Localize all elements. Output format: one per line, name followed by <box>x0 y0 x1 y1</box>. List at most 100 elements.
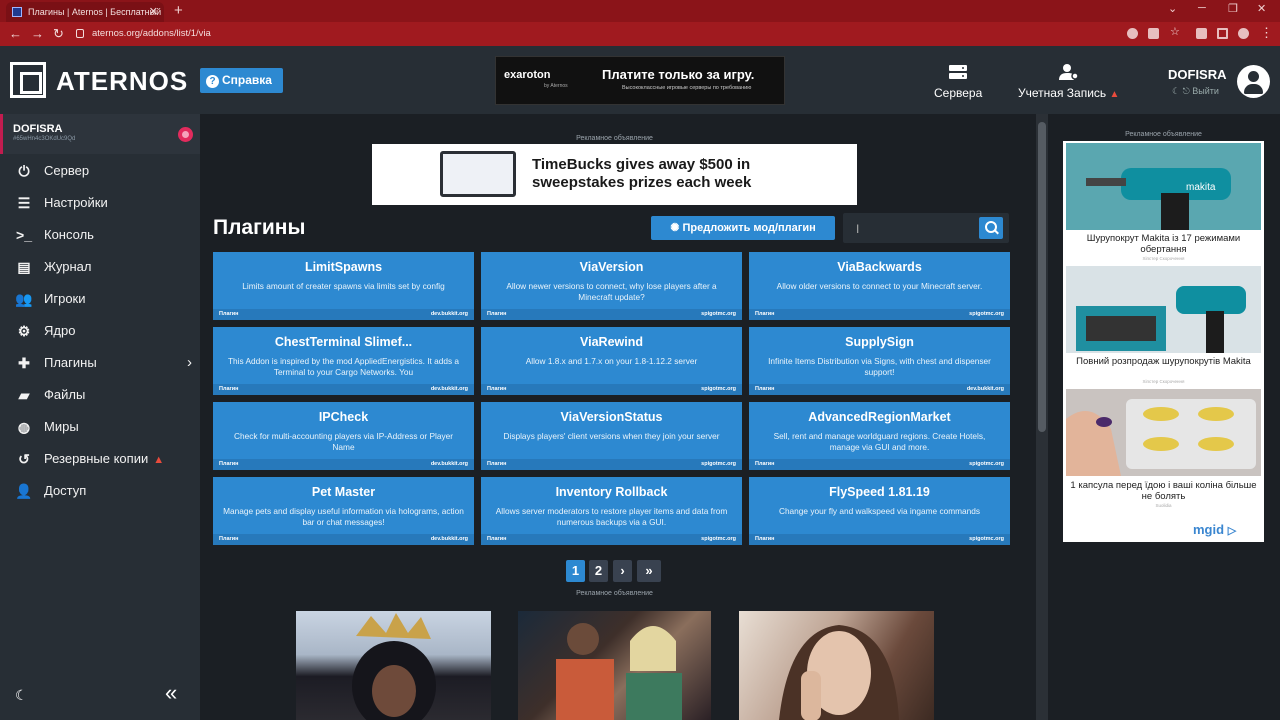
puzzle-extensions-icon[interactable] <box>1196 28 1207 39</box>
back-icon[interactable]: ← <box>9 26 22 41</box>
ad-caption[interactable]: 1 капсула перед їдою і ваші коліна більш… <box>1066 480 1261 502</box>
plugin-card[interactable]: FlySpeed 1.81.19 Change your fly and walk… <box>749 477 1010 545</box>
account-nav[interactable]: Учетная Запись ▲ <box>1018 64 1119 100</box>
plugin-card[interactable]: SupplySign Infinite Items Distribution vi… <box>749 327 1010 395</box>
ad-photo[interactable] <box>739 611 934 720</box>
sidebar-item-log[interactable]: ▤ Журнал <box>0 253 200 281</box>
logout-link[interactable]: Выйти <box>1192 86 1219 96</box>
url-field[interactable]: aternos.org/addons/list/1/via <box>76 25 1121 43</box>
plugin-card[interactable]: Pet Master Manage pets and display useful… <box>213 477 474 545</box>
right-ad-column: Рекламное объявление makita Шурупокрут M… <box>1048 114 1280 720</box>
page-2-button[interactable]: 2 <box>589 560 608 582</box>
reload-icon[interactable]: ↻ <box>53 26 64 42</box>
sidebar-item-plugins[interactable]: ✚ Плагины › <box>0 349 200 377</box>
next-page-button[interactable]: › <box>613 560 632 582</box>
suggest-label: Предложить мод/плагин <box>682 222 816 234</box>
tab-search-icon[interactable]: ⌄ <box>1168 2 1177 15</box>
servers-nav[interactable]: Сервера <box>934 64 982 100</box>
sidebar-item-software[interactable]: ⚙ Ядро <box>0 317 200 345</box>
plugin-card[interactable]: LimitSpawns Limits amount of creater spaw… <box>213 252 474 320</box>
drill-ad-image[interactable]: makita <box>1066 143 1261 230</box>
user-lock-icon: 👤 <box>15 483 33 499</box>
sidebar-item-label: Ядро <box>44 323 76 338</box>
sidebar-item-worlds[interactable]: ◍ Миры <box>0 413 200 441</box>
server-selector[interactable]: DOFISRA #65wHn4c3OKdUc9Qd <box>0 114 200 154</box>
search-input[interactable] <box>843 213 977 243</box>
sidebar-item-files[interactable]: ▰ Файлы <box>0 381 200 409</box>
help-button[interactable]: ? Справка <box>200 68 283 93</box>
sidebar-panel-icon[interactable] <box>1217 28 1228 39</box>
capsules-ad-image[interactable] <box>1066 389 1261 476</box>
header-ad[interactable]: exaroton by Aternos Платите только за иг… <box>495 56 785 105</box>
aternos-logo-icon[interactable] <box>10 62 46 98</box>
power-icon: ⏻ <box>18 163 30 179</box>
plugin-source: spigotmc.org <box>701 536 736 542</box>
sidebar-item-server[interactable]: ⏻ Сервер <box>0 157 200 185</box>
plugin-card[interactable]: Inventory Rollback Allows server moderato… <box>481 477 742 545</box>
browser-tab[interactable]: Плагины | Aternos | Бесплатный ✕ <box>6 2 164 22</box>
dark-mode-moon-icon[interactable]: ☾ <box>15 687 28 704</box>
bookmark-star-icon[interactable]: ☆ <box>1170 25 1181 38</box>
folder-icon: ▰ <box>18 387 30 403</box>
profile-icon[interactable] <box>1238 28 1249 39</box>
account-warning-icon: ▲ <box>1109 89 1120 100</box>
puzzle-icon: ✚ <box>18 355 30 371</box>
mgid-logo[interactable]: mgid ▷ <box>1193 522 1236 537</box>
user-avatar[interactable] <box>1237 65 1270 98</box>
collapse-sidebar-icon[interactable]: « <box>165 680 177 706</box>
page-scrollbar[interactable] <box>1036 114 1048 720</box>
chevron-right-icon: › <box>187 354 192 371</box>
plugin-card[interactable]: ViaRewind Allow 1.8.x and 1.7.x on your 1… <box>481 327 742 395</box>
maximize-icon[interactable]: ❐ <box>1228 2 1238 15</box>
drill-kit-ad-image[interactable] <box>1066 266 1261 353</box>
ad-photo[interactable] <box>518 611 711 720</box>
page-1-button[interactable]: 1 <box>566 560 585 582</box>
plugin-title: LimitSpawns <box>304 260 383 274</box>
extension-icon[interactable] <box>1127 28 1138 39</box>
banner-ad[interactable]: TimeBucks gives away $500 in sweepstakes… <box>372 144 857 205</box>
close-tab-icon[interactable]: ✕ <box>149 2 158 22</box>
site-header: ATERNOS ? Справка exaroton by Aternos Пла… <box>0 46 1280 114</box>
suggest-plugin-button[interactable]: ✺ Предложить мод/плагин <box>651 216 835 240</box>
sidebar-item-access[interactable]: 👤 Доступ <box>0 477 200 505</box>
plugin-card[interactable]: AdvancedRegionMarket Sell, rent and manag… <box>749 402 1010 470</box>
plugin-description: Infinite Items Distribution via Signs, w… <box>768 356 991 377</box>
plugin-title: ViaVersion <box>579 260 644 274</box>
server-name: DOFISRA <box>13 123 63 135</box>
plugin-description: Allow newer versions to connect, why los… <box>506 281 717 302</box>
plugin-description: Change your fly and walkspeed via ingame… <box>778 506 981 516</box>
logo-text[interactable]: ATERNOS <box>56 66 188 97</box>
plugin-footer: Плагин dev.bukkit.org <box>213 309 474 320</box>
sidebar-item-label: Игроки <box>44 291 86 306</box>
menu-dots-icon[interactable]: ⋮ <box>1260 25 1273 41</box>
plugin-card[interactable]: ViaVersionStatus Displays players' client… <box>481 402 742 470</box>
plugin-card[interactable]: ChestTerminal Slimef... This Addon is ins… <box>213 327 474 395</box>
minimize-icon[interactable]: ─ <box>1198 2 1206 14</box>
plugin-title: FlySpeed 1.81.19 <box>829 485 930 499</box>
plugin-card[interactable]: ViaVersion Allow newer versions to connec… <box>481 252 742 320</box>
plugin-type: Плагин <box>219 461 239 467</box>
forward-icon[interactable]: → <box>31 26 44 41</box>
ad-photo[interactable] <box>296 611 491 720</box>
sidebar-item-settings[interactable]: ☰ Настройки <box>0 189 200 217</box>
sidebar-item-backups[interactable]: ↺ Резервные копии ▲ <box>0 445 200 473</box>
ad-headline: Платите только за игру. <box>602 67 755 82</box>
plugin-card[interactable]: ViaBackwards Allow older versions to conn… <box>749 252 1010 320</box>
adchoices-icon: ▷ <box>1227 525 1237 537</box>
close-window-icon[interactable]: ✕ <box>1257 2 1266 15</box>
ad-caption[interactable]: Шурупокрут Makita із 17 режимами обертан… <box>1066 233 1261 255</box>
search-icon[interactable] <box>979 217 1003 239</box>
sidebar-item-console[interactable]: >_ Консоль <box>0 221 200 249</box>
share-icon[interactable] <box>1148 28 1159 39</box>
plugin-type: Плагин <box>219 386 239 392</box>
theme-moon-icon[interactable]: ☾ <box>1172 86 1180 96</box>
plugin-card[interactable]: IPCheck Check for multi-accounting player… <box>213 402 474 470</box>
plugin-footer: Плагин dev.bukkit.org <box>213 384 474 395</box>
new-tab-icon[interactable]: + <box>174 2 183 19</box>
last-page-button[interactable]: » <box>637 560 661 582</box>
sidebar-item-players[interactable]: 👥 Игроки <box>0 285 200 313</box>
ad-caption[interactable]: Повний розпродаж шурупокрутів Makita <box>1066 356 1261 367</box>
plugin-search <box>843 213 1009 243</box>
scrollbar-thumb[interactable] <box>1038 122 1046 432</box>
plugin-type: Плагин <box>219 311 239 317</box>
